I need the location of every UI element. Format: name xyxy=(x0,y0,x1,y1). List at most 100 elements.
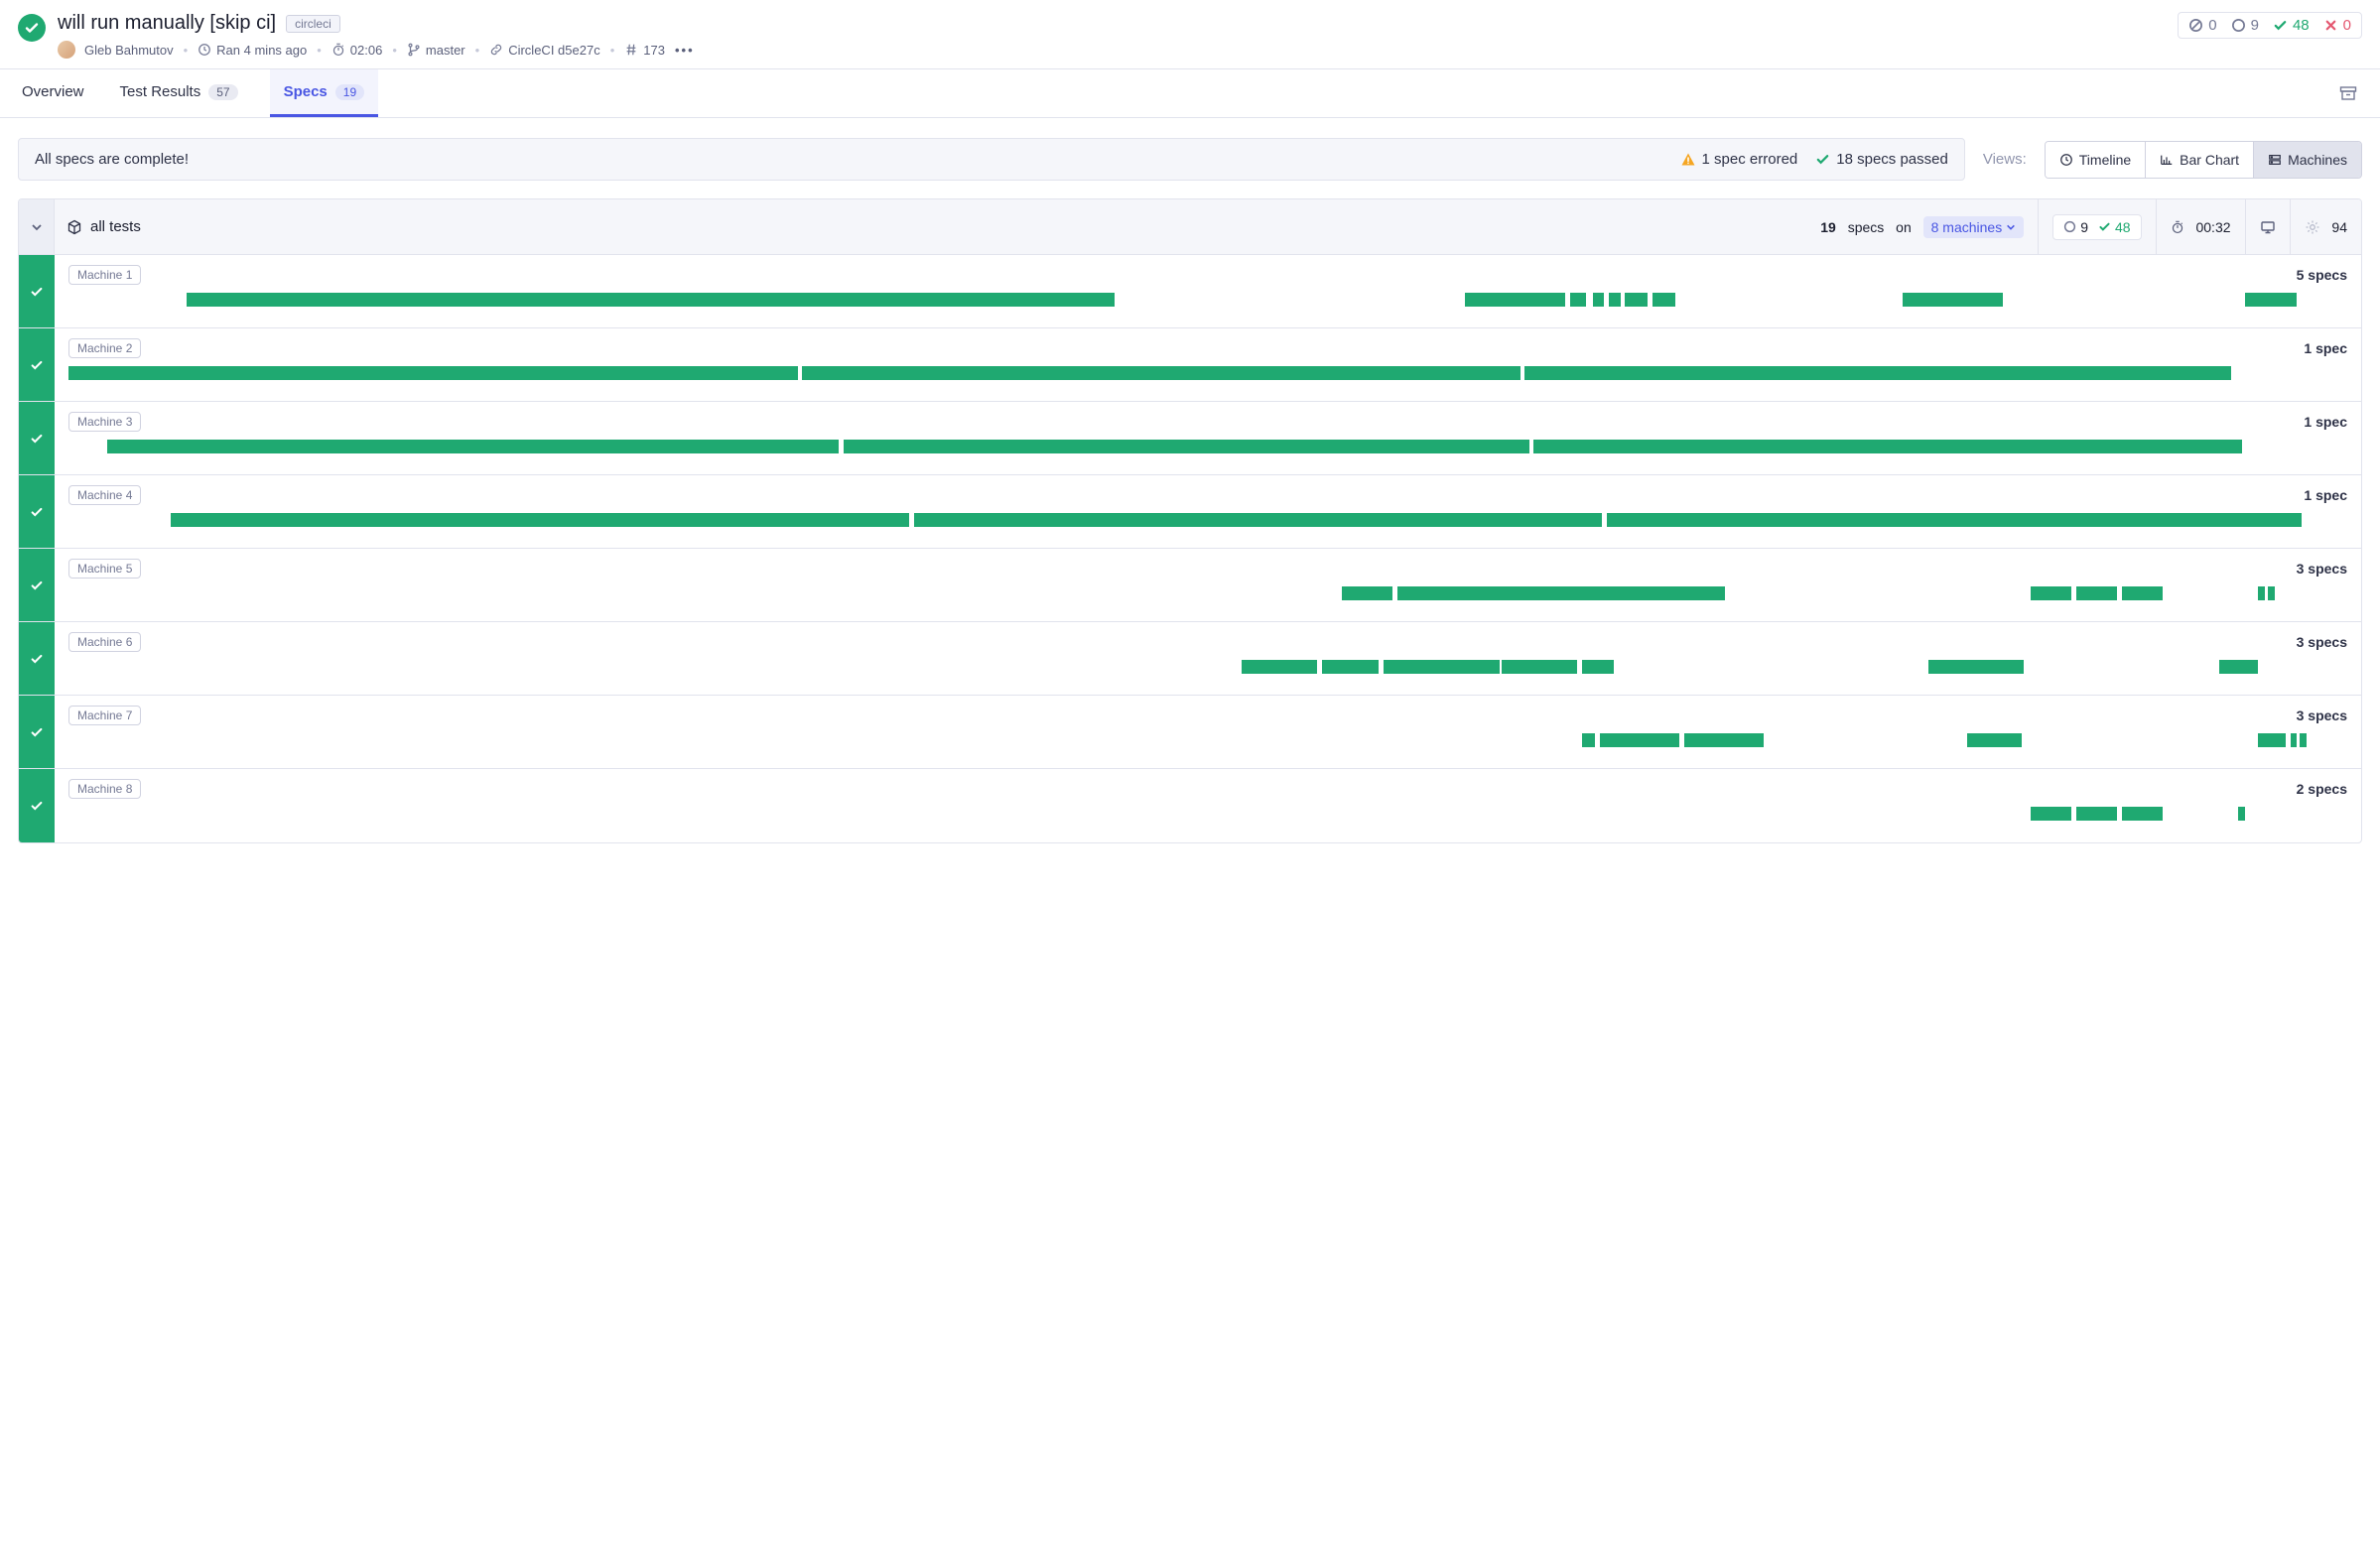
run-provider-tag: circleci xyxy=(286,15,340,33)
timeline-segment[interactable] xyxy=(2258,733,2286,747)
check-icon xyxy=(30,725,44,739)
machine-badge: Machine 8 xyxy=(68,779,141,799)
timeline-segment[interactable] xyxy=(1570,293,1586,307)
banner-errored: 1 spec errored xyxy=(1680,151,1798,168)
timeline-segment[interactable] xyxy=(1928,660,2024,674)
timeline-segment[interactable] xyxy=(187,293,1114,307)
timeline-segment[interactable] xyxy=(1684,733,1764,747)
timeline-segment[interactable] xyxy=(1582,733,1596,747)
machine-row[interactable]: Machine 21 spec xyxy=(19,328,2361,402)
machine-row[interactable]: Machine 53 specs xyxy=(19,549,2361,622)
machine-row[interactable]: Machine 31 spec xyxy=(19,402,2361,475)
stat-failed: 0 xyxy=(2323,17,2351,34)
timeline-segment[interactable] xyxy=(2076,586,2117,600)
timeline-segment[interactable] xyxy=(2031,807,2071,821)
tab-specs[interactable]: Specs19 xyxy=(270,69,379,117)
check-icon xyxy=(30,652,44,666)
timeline-segment[interactable] xyxy=(1625,293,1648,307)
stat-skipped: 0 xyxy=(2188,17,2216,34)
run-ci[interactable]: CircleCI d5e27c xyxy=(489,43,600,58)
check-icon xyxy=(2098,220,2111,233)
run-author[interactable]: Gleb Bahmutov xyxy=(58,41,174,59)
machine-timeline xyxy=(68,293,2347,307)
machine-row[interactable]: Machine 73 specs xyxy=(19,696,2361,769)
machine-spec-count: 3 specs xyxy=(2297,634,2347,650)
machine-spec-count: 5 specs xyxy=(2297,267,2347,283)
timeline-segment[interactable] xyxy=(2076,807,2117,821)
machine-timeline xyxy=(68,366,2347,380)
timeline-segment[interactable] xyxy=(2291,733,2298,747)
machine-timeline xyxy=(68,586,2347,600)
timeline-segment[interactable] xyxy=(1967,733,2022,747)
view-timeline[interactable]: Timeline xyxy=(2046,142,2146,178)
timeline-segment[interactable] xyxy=(1653,293,1675,307)
machine-timeline xyxy=(68,440,2347,453)
run-duration: 02:06 xyxy=(331,43,383,58)
timeline-segment[interactable] xyxy=(2031,586,2071,600)
timeline-segment[interactable] xyxy=(1533,440,2242,453)
timeline-segment[interactable] xyxy=(1903,293,2003,307)
timeline-segment[interactable] xyxy=(802,366,1520,380)
machine-row[interactable]: Machine 82 specs xyxy=(19,769,2361,842)
tab-test-results[interactable]: Test Results57 xyxy=(116,69,242,117)
timeline-segment[interactable] xyxy=(844,440,1529,453)
timeline-segment[interactable] xyxy=(1502,660,1577,674)
timeline-segment[interactable] xyxy=(1322,660,1379,674)
timeline-segment[interactable] xyxy=(1242,660,1317,674)
timeline-segment[interactable] xyxy=(1342,586,1392,600)
machine-spec-count: 1 spec xyxy=(2304,487,2347,503)
pending-icon xyxy=(2231,18,2246,33)
timeline-segment[interactable] xyxy=(2122,807,2163,821)
timeline-segment[interactable] xyxy=(1609,293,1620,307)
machine-status xyxy=(19,475,55,548)
check-icon xyxy=(30,285,44,299)
view-barchart[interactable]: Bar Chart xyxy=(2146,142,2254,178)
check-icon xyxy=(30,799,44,813)
timeline-segment[interactable] xyxy=(107,440,839,453)
timeline-segment[interactable] xyxy=(2122,586,2163,600)
tabs-row: Overview Test Results57 Specs19 xyxy=(0,69,2380,118)
timeline-segment[interactable] xyxy=(2245,293,2298,307)
timeline-segment[interactable] xyxy=(1593,293,1604,307)
tab-overview[interactable]: Overview xyxy=(18,69,88,117)
run-build[interactable]: 173 xyxy=(624,43,665,58)
archive-button[interactable] xyxy=(2334,79,2362,107)
timeline-segment[interactable] xyxy=(914,513,1602,527)
run-meta: Gleb Bahmutov • Ran 4 mins ago • 02:06 •… xyxy=(58,41,695,59)
timeline-segment[interactable] xyxy=(1384,660,1500,674)
timeline-segment[interactable] xyxy=(1465,293,1565,307)
machine-body: Machine 73 specs xyxy=(55,696,2361,768)
timeline-segment[interactable] xyxy=(171,513,909,527)
machine-status xyxy=(19,255,55,327)
run-branch[interactable]: master xyxy=(407,43,465,58)
machine-spec-count: 1 spec xyxy=(2304,414,2347,430)
timeline-segment[interactable] xyxy=(2238,807,2245,821)
machine-row[interactable]: Machine 15 specs xyxy=(19,255,2361,328)
check-icon xyxy=(30,358,44,372)
machines-dropdown[interactable]: 8 machines xyxy=(1923,216,2025,238)
run-stats: 0 9 48 0 xyxy=(2178,12,2362,39)
machine-timeline xyxy=(68,733,2347,747)
timeline-segment[interactable] xyxy=(2300,733,2307,747)
chevron-down-icon xyxy=(31,221,43,233)
more-menu[interactable]: ••• xyxy=(675,43,695,58)
timeline-segment[interactable] xyxy=(68,366,798,380)
timeline-segment[interactable] xyxy=(1607,513,2302,527)
timeline-segment[interactable] xyxy=(1397,586,1726,600)
timeline-segment[interactable] xyxy=(1582,660,1614,674)
banner-passed: 18 specs passed xyxy=(1815,151,1948,168)
machine-timeline xyxy=(68,513,2347,527)
timeline-segment[interactable] xyxy=(2219,660,2258,674)
timeline-segment[interactable] xyxy=(2258,586,2265,600)
view-machines[interactable]: Machines xyxy=(2254,142,2361,178)
completion-banner: All specs are complete! 1 spec errored 1… xyxy=(18,138,1965,181)
machine-row[interactable]: Machine 63 specs xyxy=(19,622,2361,696)
machines-icon xyxy=(2268,153,2282,167)
timeline-segment[interactable] xyxy=(2268,586,2275,600)
expand-all-button[interactable] xyxy=(19,199,55,254)
machine-row[interactable]: Machine 41 spec xyxy=(19,475,2361,549)
timeline-segment[interactable] xyxy=(1600,733,1679,747)
machine-badge: Machine 2 xyxy=(68,338,141,358)
timeline-segment[interactable] xyxy=(1524,366,2231,380)
run-title: will run manually [skip ci] xyxy=(58,12,276,35)
